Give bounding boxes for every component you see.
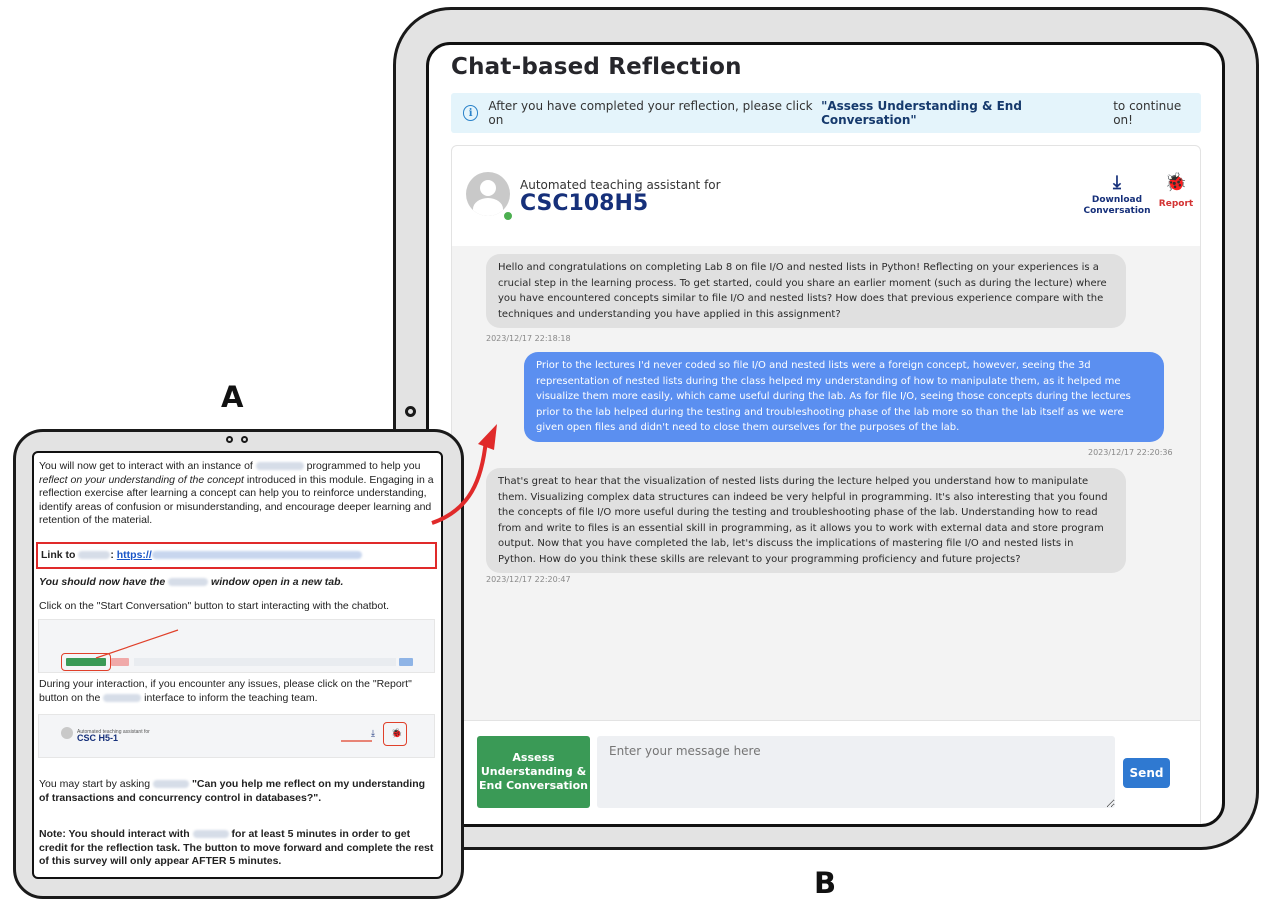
bot-subtitle: Automated teaching assistant for [520, 178, 721, 192]
course-code: CSC108H5 [520, 191, 649, 216]
chat-header: Automated teaching assistant for CSC108H… [452, 146, 1200, 246]
message-timestamp: 2023/12/17 22:18:18 [486, 334, 571, 343]
info-banner-highlight: "Assess Understanding & End Conversation… [821, 99, 1022, 127]
message-input[interactable] [597, 736, 1115, 808]
send-button[interactable]: Send [1123, 758, 1170, 788]
message-list[interactable]: Hello and congratulations on completing … [452, 246, 1200, 720]
label-b: B [814, 866, 837, 900]
message-timestamp: 2023/12/17 22:20:47 [486, 575, 571, 584]
avatar-icon [466, 172, 510, 216]
chatbot-link[interactable]: https:// [117, 549, 152, 561]
ask-instruction: You may start by asking "Can you help me… [39, 778, 426, 804]
info-icon: i [463, 105, 479, 121]
download-conversation-button[interactable]: ⤓ Download Conversation [1082, 174, 1152, 217]
survey-screen: You will now get to interact with an ins… [32, 451, 443, 879]
bug-icon: 🐞 [1164, 172, 1188, 193]
assistant-message: Hello and congratulations on completing … [486, 254, 1126, 328]
start-conversation-screenshot [38, 619, 435, 673]
window-note: You should now have the window open in a… [39, 576, 344, 588]
chat-card: Automated teaching assistant for CSC108H… [451, 145, 1201, 824]
online-status-dot [502, 210, 514, 222]
download-icon: ⤓ [1113, 172, 1121, 193]
start-instruction: Click on the "Start Conversation" button… [39, 600, 390, 612]
report-button-screenshot: Automated teaching assistant for CSC H5-… [38, 714, 435, 758]
page-title: Chat-based Reflection [451, 54, 742, 80]
info-banner: i After you have completed your reflecti… [451, 93, 1201, 133]
label-a: A [221, 380, 244, 414]
chat-screen: Chat-based Reflection i After you have c… [426, 42, 1225, 827]
report-button[interactable]: 🐞 Report [1156, 172, 1196, 210]
download-label: Download Conversation [1083, 195, 1151, 216]
info-banner-suffix: to continue on! [1113, 99, 1182, 127]
assess-understanding-button[interactable]: Assess Understanding & End Conversation [477, 736, 590, 808]
input-area: Assess Understanding & End Conversation … [452, 720, 1200, 824]
info-banner-prefix: After you have completed your reflection… [488, 99, 813, 127]
report-label: Report [1158, 199, 1194, 209]
report-instruction: During your interaction, if you encounte… [39, 678, 412, 704]
tablet-b-camera [405, 406, 416, 417]
user-message: Prior to the lectures I'd never coded so… [524, 352, 1164, 442]
assistant-message: That's great to hear that the visualizat… [486, 468, 1126, 573]
tablet-a-camera [226, 436, 233, 443]
message-timestamp: 2023/12/17 22:20:36 [1088, 448, 1173, 457]
survey-intro: You will now get to interact with an ins… [39, 460, 434, 526]
tablet-a-camera [241, 436, 248, 443]
redacted-name [255, 462, 304, 471]
chatbot-link-box: Link to : https:// [36, 542, 437, 569]
time-note: Note: You should interact with for at le… [39, 828, 434, 867]
